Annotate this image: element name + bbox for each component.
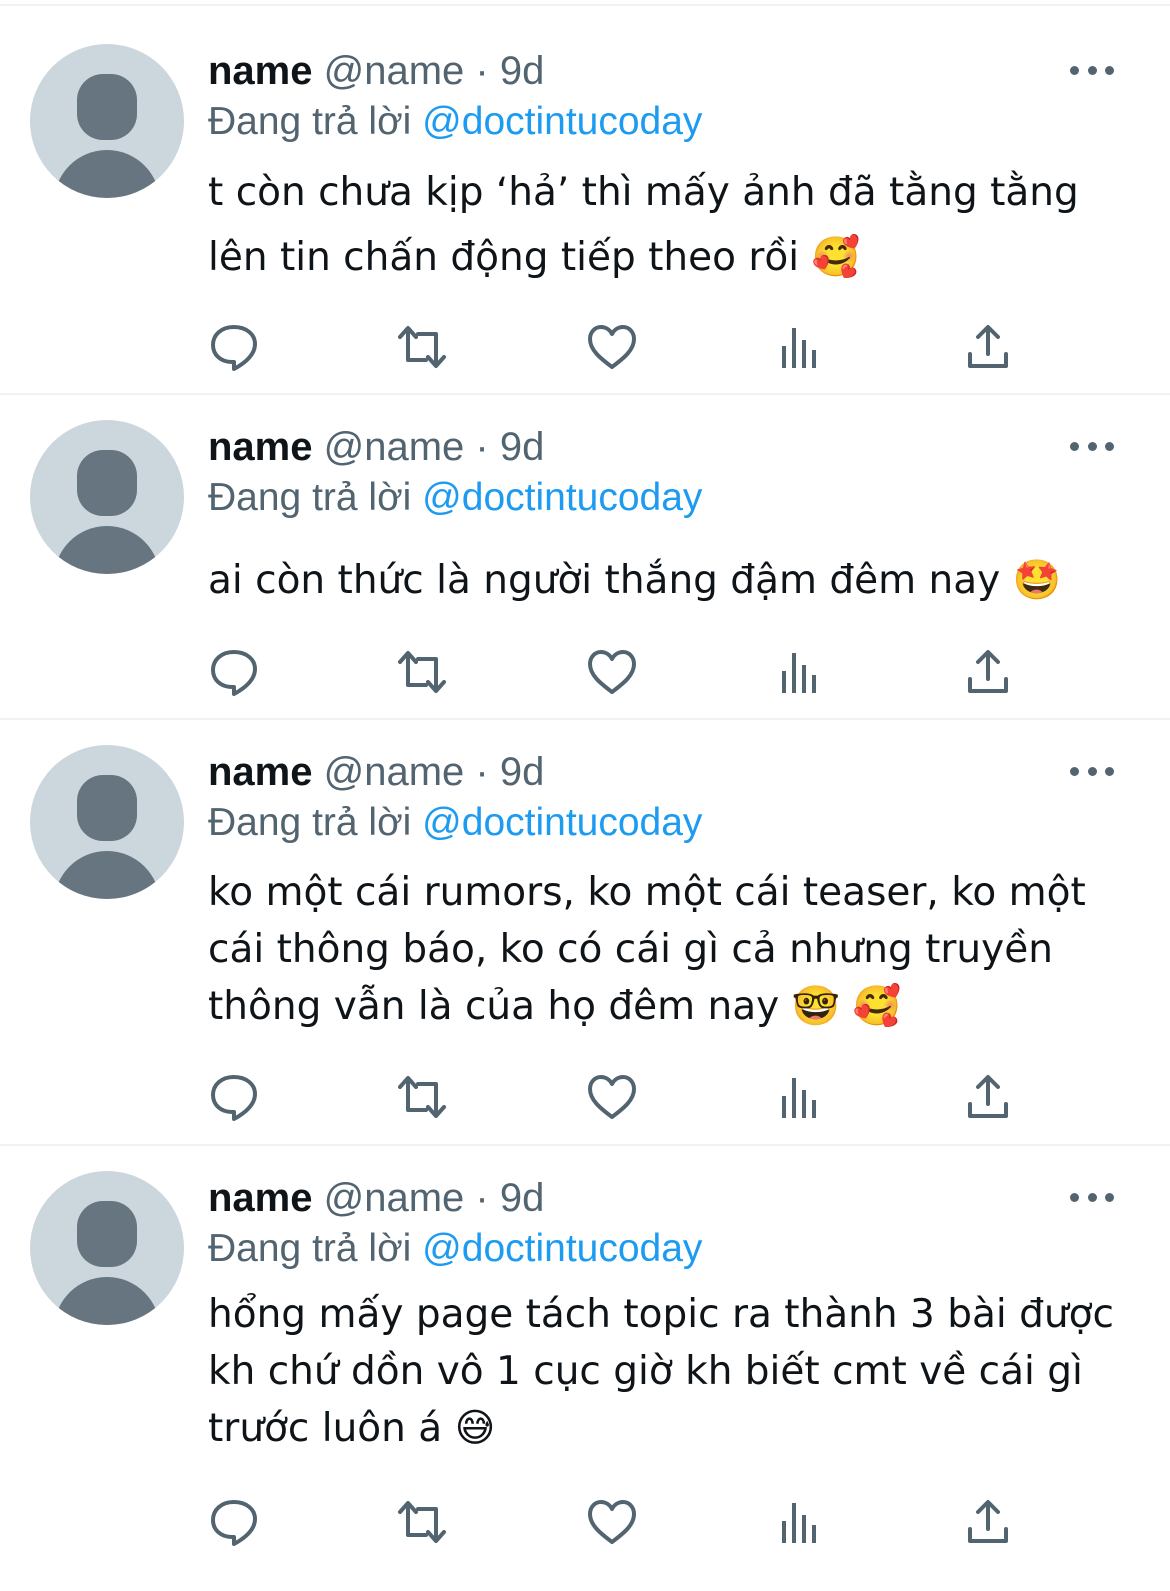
reply-icon[interactable] (208, 647, 260, 697)
views-icon[interactable] (774, 1072, 826, 1122)
replying-to: Đang trả lời @doctintucoday (208, 475, 702, 521)
avatar-body (54, 526, 160, 574)
avatar[interactable] (30, 44, 184, 198)
like-icon[interactable] (586, 1072, 638, 1122)
like-icon[interactable] (586, 1497, 638, 1547)
views-icon[interactable] (774, 322, 826, 372)
tweet-header: name @name · 9d (208, 424, 544, 470)
replying-to: Đang trả lời @doctintucoday (208, 99, 702, 145)
replying-to: Đang trả lời @doctintucoday (208, 1226, 702, 1272)
share-icon[interactable] (962, 322, 1014, 372)
avatar-head (77, 775, 137, 841)
avatar-body (54, 851, 160, 899)
action-bar (208, 322, 1028, 372)
handle-and-time: @name · 9d (323, 425, 545, 469)
more-icon[interactable] (1070, 436, 1114, 456)
replying-to: Đang trả lời @doctintucoday (208, 800, 702, 846)
action-bar (208, 1497, 1028, 1547)
avatar-head (77, 74, 137, 140)
tweet-header: name @name · 9d (208, 48, 544, 94)
handle-and-time: @name · 9d (323, 49, 545, 93)
retweet-icon[interactable] (396, 647, 448, 697)
avatar-body (54, 1277, 160, 1325)
reply-icon[interactable] (208, 1497, 260, 1547)
tweet-divider (0, 393, 1170, 395)
action-bar (208, 1072, 1028, 1122)
avatar-head (77, 1201, 137, 1267)
display-name[interactable]: name (208, 49, 313, 93)
action-bar (208, 647, 1028, 697)
views-icon[interactable] (774, 1497, 826, 1547)
reply-icon[interactable] (208, 322, 260, 372)
handle-and-time: @name · 9d (323, 1176, 545, 1220)
display-name[interactable]: name (208, 1176, 313, 1220)
more-icon[interactable] (1070, 1187, 1114, 1207)
handle-and-time: @name · 9d (323, 750, 545, 794)
tweet-divider (0, 718, 1170, 720)
reply-handle-link[interactable]: @doctintucoday (422, 100, 702, 143)
avatar-head (77, 450, 137, 516)
retweet-icon[interactable] (396, 1072, 448, 1122)
more-icon[interactable] (1070, 60, 1114, 80)
reply-icon[interactable] (208, 1072, 260, 1122)
avatar[interactable] (30, 1171, 184, 1325)
like-icon[interactable] (586, 647, 638, 697)
display-name[interactable]: name (208, 750, 313, 794)
reply-prefix: Đang trả lời (208, 100, 412, 143)
tweet-text: hổng mấy page tách topic ra thành 3 bài … (208, 1292, 1114, 1451)
reply-handle-link[interactable]: @doctintucoday (422, 1227, 702, 1270)
tweet-text: ko một cái rumors, ko một cái teaser, ko… (208, 870, 1086, 1029)
reply-handle-link[interactable]: @doctintucoday (422, 476, 702, 519)
display-name[interactable]: name (208, 425, 313, 469)
reply-prefix: Đang trả lời (208, 1227, 412, 1270)
share-icon[interactable] (962, 1072, 1014, 1122)
share-icon[interactable] (962, 1497, 1014, 1547)
tweet-divider (0, 1144, 1170, 1146)
share-icon[interactable] (962, 647, 1014, 697)
reply-handle-link[interactable]: @doctintucoday (422, 801, 702, 844)
retweet-icon[interactable] (396, 322, 448, 372)
top-divider (0, 4, 1170, 6)
tweet-header: name @name · 9d (208, 1175, 544, 1221)
avatar[interactable] (30, 745, 184, 899)
reply-prefix: Đang trả lời (208, 476, 412, 519)
views-icon[interactable] (774, 647, 826, 697)
retweet-icon[interactable] (396, 1497, 448, 1547)
tweet-header: name @name · 9d (208, 749, 544, 795)
avatar[interactable] (30, 420, 184, 574)
tweet-text: t còn chưa kịp ‘hả’ thì mấy ảnh đã tằng … (208, 170, 1079, 280)
like-icon[interactable] (586, 322, 638, 372)
more-icon[interactable] (1070, 761, 1114, 781)
reply-prefix: Đang trả lời (208, 801, 412, 844)
tweet-text: ai còn thức là người thắng đậm đêm nay 🤩 (208, 558, 1062, 603)
avatar-body (54, 150, 160, 198)
